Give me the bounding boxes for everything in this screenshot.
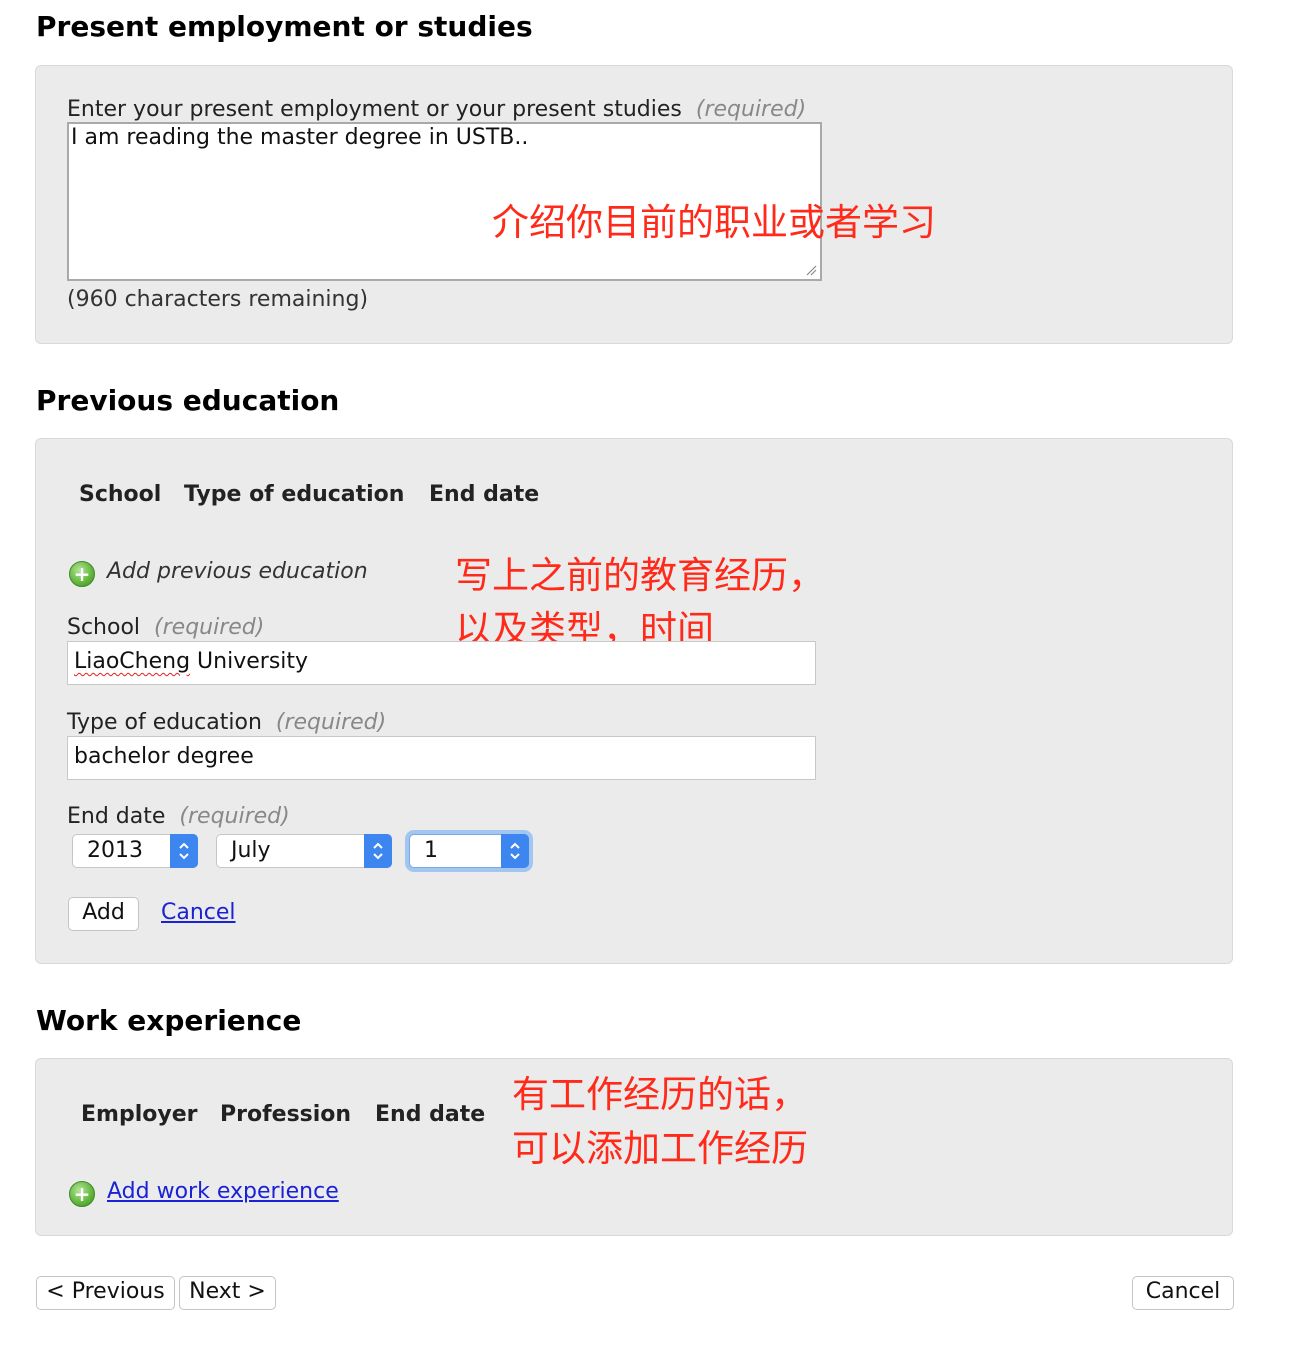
cancel-education-link[interactable]: Cancel <box>161 900 236 925</box>
annotation-work-line-2: 可以添加工作经历 <box>512 1126 808 1170</box>
add-previous-education-label[interactable]: Add previous education <box>107 559 368 584</box>
end-date-label-text: End date <box>67 804 166 829</box>
end-date-label: End date (required) <box>67 804 290 829</box>
previous-button[interactable]: < Previous <box>36 1276 175 1310</box>
annotation-education-line-1: 写上之前的教育经历， <box>455 554 825 597</box>
end-day-select[interactable]: 1 <box>409 834 529 868</box>
chevron-up-down-icon <box>501 834 529 868</box>
employment-field-label: Enter your present employment or your pr… <box>67 97 806 122</box>
education-col-school: School <box>79 482 162 507</box>
required-marker: (required) <box>695 97 807 122</box>
education-col-end-date: End date <box>429 482 540 507</box>
required-marker: (required) <box>154 615 265 640</box>
school-label-text: School <box>67 615 141 640</box>
school-label: School (required) <box>67 615 264 640</box>
end-year-value: 2013 <box>87 838 143 863</box>
employment-label-text: Enter your present employment or your pr… <box>67 97 682 122</box>
school-input[interactable]: LiaoCheng University <box>67 641 816 685</box>
type-of-education-value: bachelor degree <box>74 744 254 769</box>
type-label-text: Type of education <box>67 710 262 735</box>
type-of-education-input[interactable]: bachelor degree <box>67 736 816 780</box>
next-button[interactable]: Next > <box>179 1276 276 1310</box>
required-marker: (required) <box>275 710 387 735</box>
end-day-value: 1 <box>424 838 438 863</box>
employment-heading: Present employment or studies <box>36 10 533 43</box>
end-month-value: July <box>231 838 271 863</box>
add-education-icon[interactable]: + <box>69 561 95 587</box>
resize-grip-icon[interactable] <box>805 264 817 276</box>
work-col-end-date: End date <box>375 1102 486 1127</box>
annotation-employment: 介绍你目前的职业或者学习 <box>492 201 936 244</box>
annotation-work-line-1: 有工作经历的话， <box>512 1073 808 1116</box>
type-of-education-label: Type of education (required) <box>67 710 386 735</box>
end-year-select[interactable]: 2013 <box>72 834 198 868</box>
characters-remaining: (960 characters remaining) <box>67 287 369 312</box>
chevron-up-down-icon <box>364 834 392 868</box>
end-month-select[interactable]: July <box>216 834 392 868</box>
add-work-icon[interactable]: + <box>69 1181 95 1207</box>
employment-textarea-value: I am reading the master degree in USTB.. <box>71 125 529 150</box>
work-col-profession: Profession <box>220 1102 352 1127</box>
cancel-button[interactable]: Cancel <box>1132 1276 1234 1310</box>
school-value-rest: University <box>190 649 309 674</box>
required-marker: (required) <box>179 804 290 829</box>
work-heading: Work experience <box>36 1004 302 1037</box>
annotation-work: 有工作经历的话， 可以添加工作经历 <box>512 1068 808 1175</box>
education-col-type: Type of education <box>184 482 405 507</box>
school-value-misspelled: LiaoCheng <box>74 649 191 674</box>
chevron-up-down-icon <box>170 834 198 868</box>
work-col-employer: Employer <box>81 1102 198 1127</box>
education-panel <box>35 438 1233 964</box>
add-education-button[interactable]: Add <box>68 897 139 931</box>
education-heading: Previous education <box>36 384 340 417</box>
add-work-experience-link[interactable]: Add work experience <box>107 1179 339 1204</box>
